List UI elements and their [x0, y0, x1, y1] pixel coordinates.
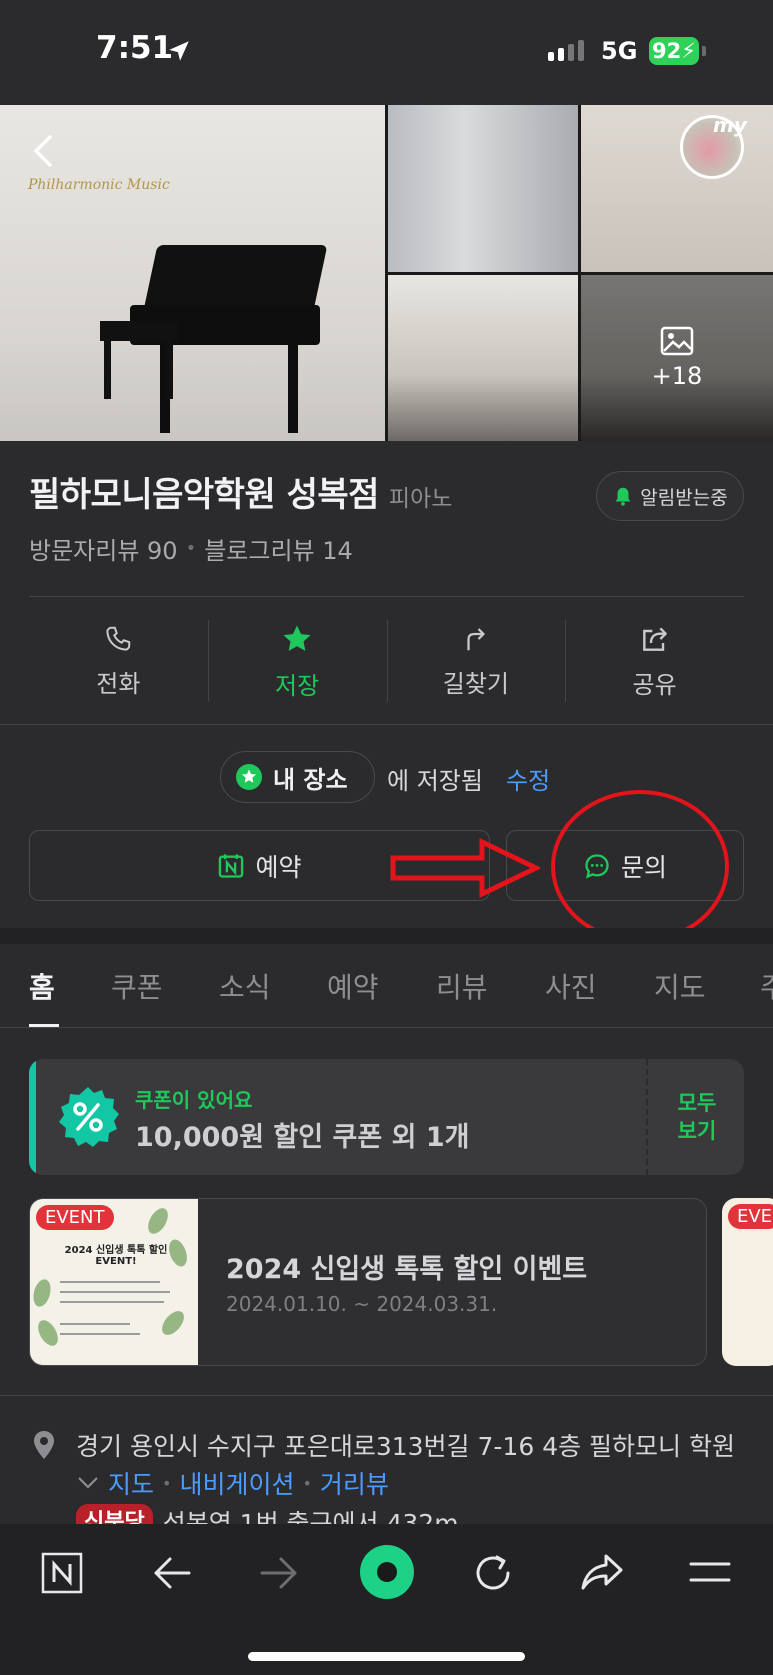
my-label: my [713, 113, 747, 137]
refresh-icon[interactable] [472, 1552, 514, 1594]
phone-icon [106, 626, 131, 651]
coupon-accent-bar [29, 1059, 36, 1175]
event-card[interactable]: 2024 신입생 톡톡 할인 EVENT! EVENT 2024 신입생 톡톡 … [29, 1198, 707, 1366]
battery-tip [702, 46, 706, 56]
event-badge: EVENT [36, 1205, 114, 1230]
status-time: 7:51 [96, 30, 174, 66]
place-category: 피아노 [388, 486, 453, 512]
edit-link[interactable]: 수정 [506, 761, 550, 796]
tab-more[interactable]: 주 [760, 966, 773, 1006]
more-photos-count: +18 [651, 362, 703, 390]
event-title: 2024 신입생 톡톡 할인 이벤트 [226, 1254, 588, 1285]
tab-bar: 홈 쿠폰 소식 예약 리뷰 사진 지도 주 [0, 944, 773, 1028]
tab-photo[interactable]: 사진 [545, 966, 597, 1006]
coupon-title: 쿠폰이 있어요 [135, 1088, 253, 1112]
signal-icon [548, 40, 584, 61]
map-link[interactable]: 지도 [108, 1465, 154, 1501]
share-icon [642, 626, 667, 651]
event-date: 2024.01.10. ~ 2024.03.31. [226, 1292, 498, 1316]
tab-map[interactable]: 지도 [654, 966, 706, 1006]
save-button[interactable]: 저장 [207, 618, 387, 704]
place-title-row: 필하모니음악학원 성복점 피아노 [29, 467, 452, 516]
location-pin-icon [34, 1431, 54, 1459]
battery-level: 92 [652, 39, 682, 63]
location-arrow-icon [169, 41, 189, 61]
blog-reviews-link[interactable]: 블로그리뷰 14 [204, 531, 353, 566]
my-places-label: 내 장소 [273, 765, 348, 794]
naver-booking-icon [219, 853, 244, 878]
network-type: 5G [601, 37, 638, 65]
bell-icon [615, 487, 631, 506]
subway-line-badge: 신분당 [76, 1504, 153, 1524]
photo-thumbnail-more[interactable]: +18 [581, 275, 773, 441]
address-text: 경기 용인시 수지구 포은대로313번길 7-16 4층 필하모니 학원 [76, 1432, 735, 1461]
coupon-view-all-button[interactable]: 모두 보기 [665, 1089, 729, 1145]
directions-button[interactable]: 길찾기 [386, 618, 566, 704]
saved-status-text: 에 저장됨 [387, 767, 483, 795]
tab-news[interactable]: 소식 [219, 966, 271, 1006]
back-icon[interactable] [24, 131, 64, 171]
divider [0, 724, 773, 725]
directions-icon [467, 627, 485, 650]
directions-label: 길찾기 [442, 669, 509, 698]
tab-reservation[interactable]: 예약 [327, 966, 379, 1006]
photo-thumbnail[interactable] [388, 105, 578, 272]
street-view-link[interactable]: 거리뷰 [320, 1465, 389, 1501]
status-bar: 7:51 5G 92 ⚡ [0, 0, 773, 105]
tab-coupon[interactable]: 쿠폰 [111, 966, 163, 1006]
star-badge-icon [236, 764, 262, 790]
battery-icon: 92 ⚡ [649, 37, 699, 65]
review-counts: 방문자리뷰 90 • 블로그리뷰 14 [29, 531, 353, 566]
place-name: 필하모니음악학원 성복점 [29, 475, 379, 515]
event-badge: EVE [728, 1204, 773, 1229]
wall-sign: Philharmonic Music [28, 177, 170, 193]
navigation-link[interactable]: 내비게이션 [179, 1465, 294, 1501]
subway-info: 신분당 성복역 1번 출구에서 432m [76, 1504, 459, 1524]
my-places-chip[interactable]: 내 장소 [220, 751, 375, 803]
address-links: 지도 • 내비게이션 • 거리뷰 [76, 1465, 389, 1501]
annotation-red-arrow [390, 838, 540, 898]
share-label: 공유 [632, 670, 677, 699]
share-button[interactable]: 공유 [565, 618, 744, 704]
photo-thumbnail[interactable] [388, 275, 578, 441]
divider [0, 1395, 773, 1396]
coupon-separator [646, 1059, 648, 1175]
call-button[interactable]: 전화 [29, 618, 208, 704]
event-card-next[interactable]: EVE [722, 1198, 773, 1366]
notify-button[interactable]: 알림받는중 [596, 471, 744, 521]
subway-distance: 성복역 1번 출구에서 432m [162, 1509, 459, 1524]
naver-home-icon[interactable] [41, 1552, 83, 1594]
discount-badge-icon [59, 1087, 119, 1147]
back-arrow-icon[interactable] [152, 1552, 192, 1594]
home-indicator [248, 1652, 525, 1661]
call-label: 전화 [96, 669, 141, 698]
coupon-description: 10,000원 할인 쿠폰 외 1개 [135, 1122, 470, 1153]
tab-review[interactable]: 리뷰 [436, 966, 488, 1006]
separator-dot: • [185, 538, 197, 559]
active-tab-indicator [29, 1024, 59, 1027]
menu-icon[interactable] [689, 1560, 731, 1584]
coupon-banner[interactable]: 쿠폰이 있어요 10,000원 할인 쿠폰 외 1개 모두 보기 [29, 1059, 744, 1175]
visitor-reviews-link[interactable]: 방문자리뷰 90 [29, 531, 178, 566]
green-dot-icon[interactable] [359, 1544, 415, 1600]
star-icon [283, 625, 311, 651]
browser-toolbar [0, 1524, 773, 1675]
image-icon [660, 326, 694, 356]
tab-home[interactable]: 홈 [29, 966, 55, 1006]
share-arrow-icon[interactable] [580, 1552, 624, 1594]
event-thumbnail-title: 2024 신입생 톡톡 할인 EVENT! [64, 1245, 168, 1267]
reserve-label: 예약 [255, 852, 302, 882]
chevron-down-icon[interactable] [76, 1475, 100, 1491]
forward-arrow-icon[interactable] [259, 1552, 299, 1594]
section-gap [0, 928, 773, 944]
annotation-red-circle [551, 790, 729, 943]
divider [29, 596, 744, 597]
action-row: 전화 저장 길찾기 공유 [29, 618, 744, 704]
notify-label: 알림받는중 [640, 486, 728, 509]
photo-gallery: Philharmonic Music +18 my [0, 105, 773, 441]
save-label: 저장 [275, 671, 320, 700]
